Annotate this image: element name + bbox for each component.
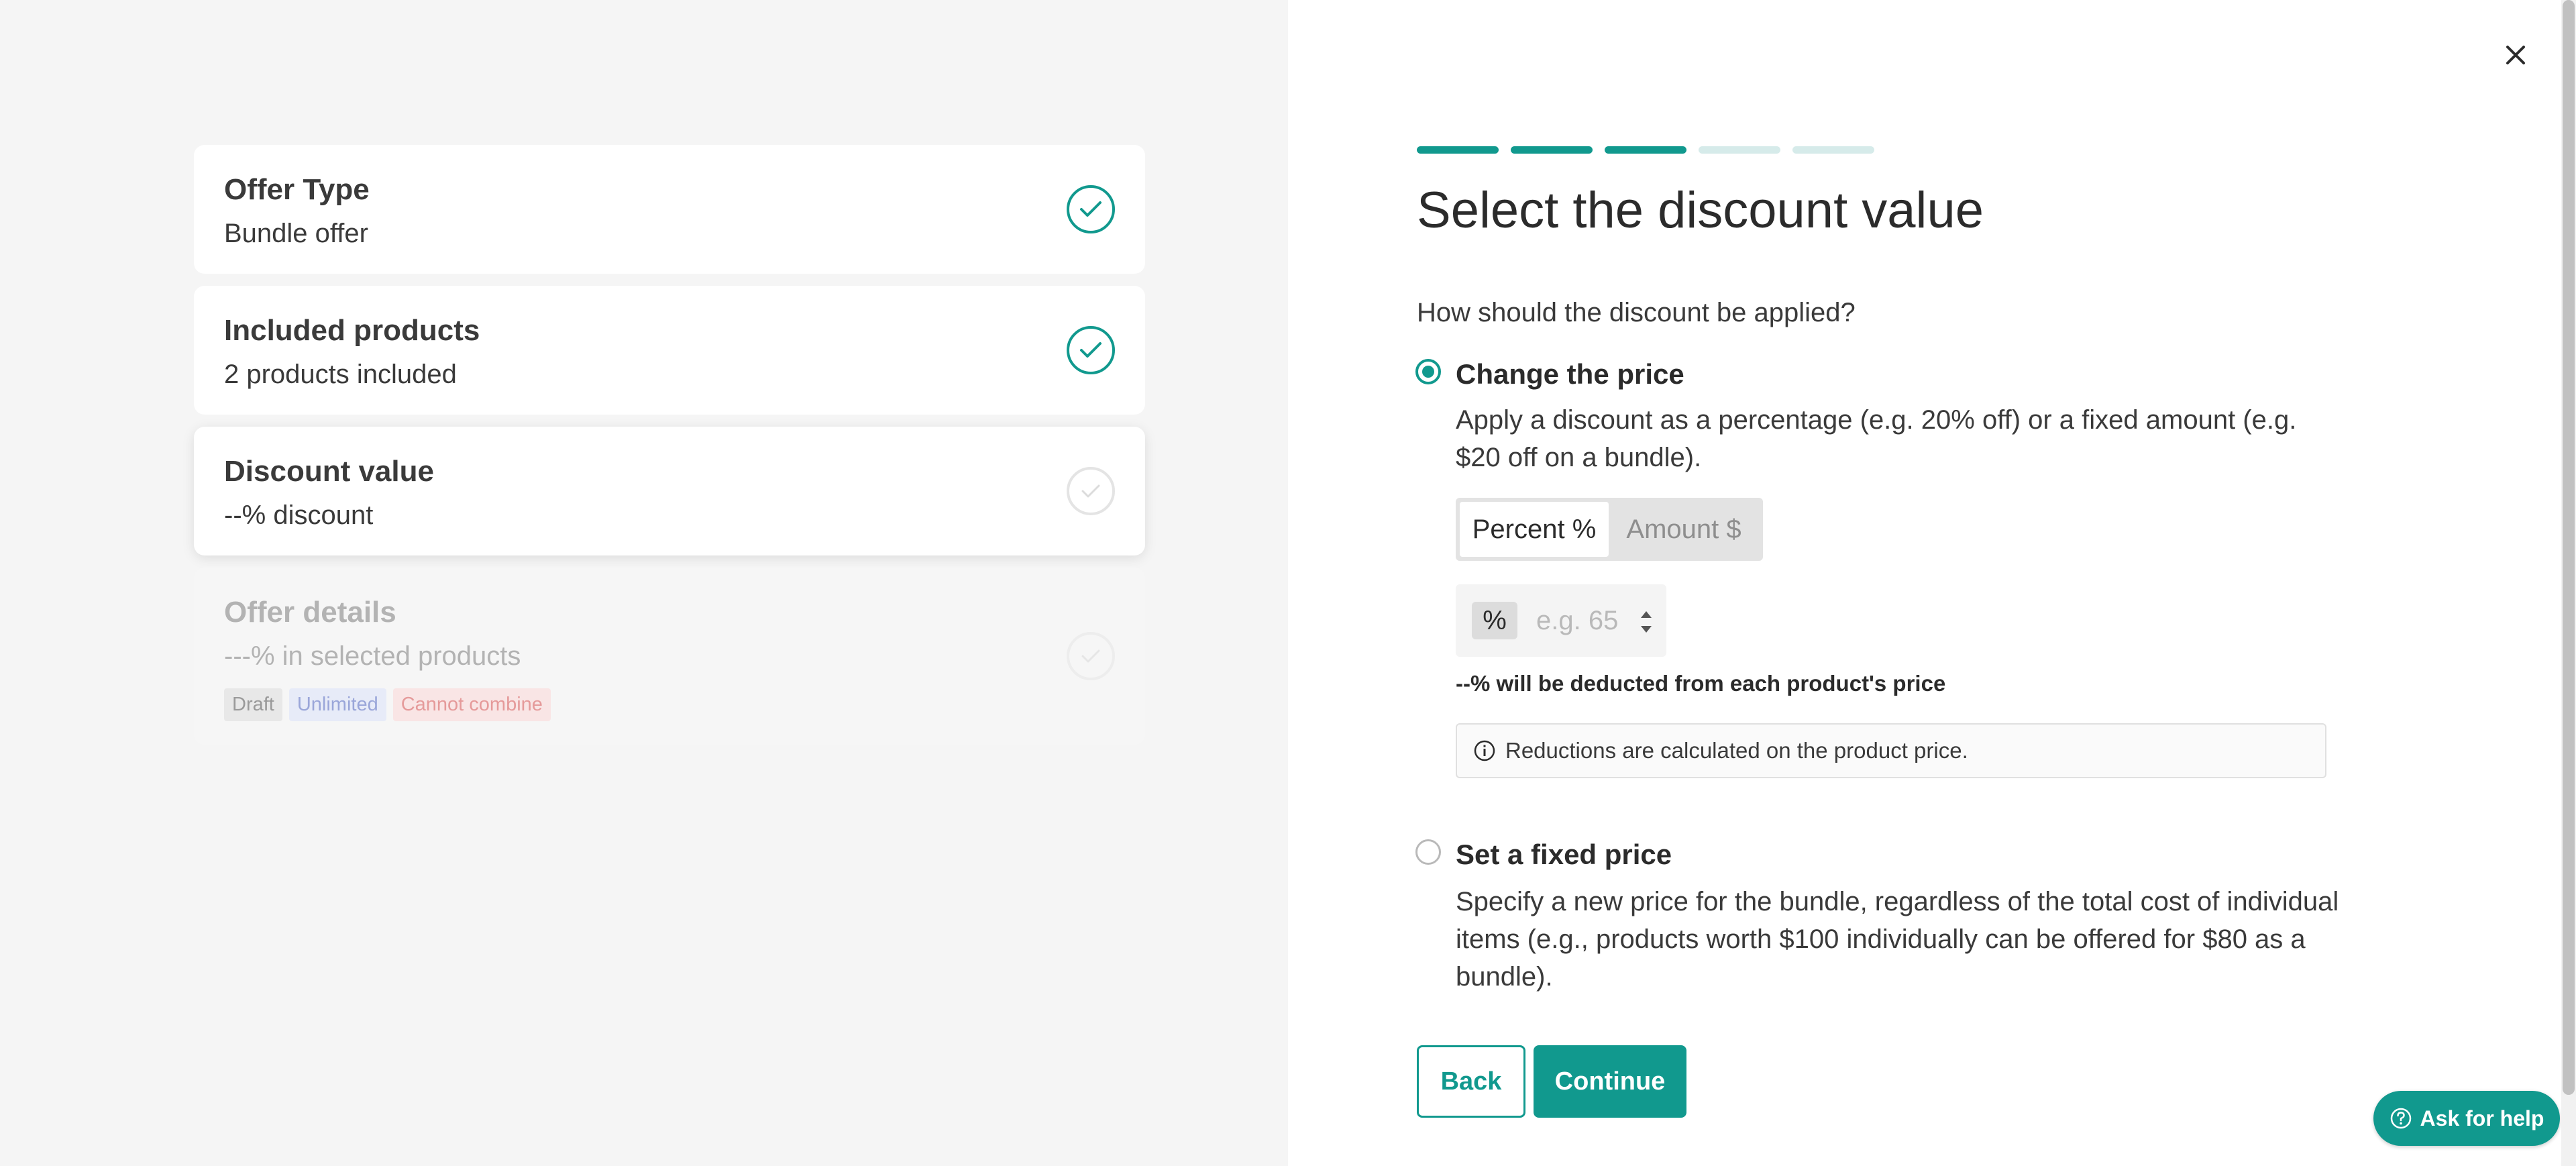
step-title: Offer Type — [224, 173, 370, 206]
check-circle-icon — [1067, 632, 1115, 680]
step-card-included-products[interactable]: Included products 2 products included — [194, 286, 1145, 415]
step-card-discount-value[interactable]: Discount value --% discount — [194, 427, 1145, 555]
option-description-change-price: Apply a discount as a percentage (e.g. 2… — [1456, 405, 2297, 472]
close-button[interactable] — [2501, 40, 2530, 70]
status-badge-cannot-combine: Cannot combine — [392, 688, 551, 721]
discount-value-field: % — [1456, 584, 1666, 657]
continue-button[interactable]: Continue — [1534, 1045, 1686, 1118]
step-title: Offer details — [224, 596, 396, 629]
question-circle-icon — [2390, 1108, 2411, 1129]
step-subtitle: ---% in selected products — [224, 641, 521, 671]
question-label: How should the discount be applied? — [1417, 298, 1856, 327]
percent-prefix: % — [1472, 602, 1517, 639]
step-subtitle: Bundle offer — [224, 219, 368, 248]
radio-change-price[interactable] — [1415, 359, 1441, 384]
option-label-change-price[interactable]: Change the price — [1456, 358, 1684, 390]
info-icon — [1474, 740, 1495, 761]
progress-indicator — [1417, 146, 1874, 154]
info-note: Reductions are calculated on the product… — [1456, 723, 2326, 778]
ask-for-help-button[interactable]: Ask for help — [2373, 1091, 2560, 1146]
progress-segment — [1417, 146, 1499, 154]
close-icon — [2506, 46, 2525, 64]
check-circle-icon — [1067, 326, 1115, 374]
toggle-amount-button[interactable]: Amount $ — [1609, 502, 1759, 557]
status-badge-unlimited: Unlimited — [288, 688, 386, 721]
discount-value-input[interactable] — [1536, 602, 1630, 639]
stepper-arrows-icon[interactable] — [1638, 606, 1654, 638]
status-badge-draft: Draft — [224, 688, 282, 721]
help-label: Ask for help — [2420, 1106, 2544, 1130]
discount-type-toggle: Percent % Amount $ — [1456, 498, 1763, 561]
step-card-offer-details: Offer details ---% in selected products … — [194, 568, 1145, 745]
progress-segment — [1511, 146, 1593, 154]
step-subtitle: --% discount — [224, 500, 374, 530]
steps-sidebar: Offer Type Bundle offer Included product… — [0, 0, 1288, 1166]
progress-segment — [1792, 146, 1874, 154]
info-text: Reductions are calculated on the product… — [1505, 738, 1968, 763]
step-title: Included products — [224, 314, 480, 347]
check-circle-icon — [1067, 185, 1115, 233]
page-title: Select the discount value — [1417, 182, 1984, 239]
progress-segment — [1605, 146, 1686, 154]
step-subtitle: 2 products included — [224, 360, 457, 389]
progress-segment — [1699, 146, 1780, 154]
scrollbar-thumb[interactable] — [2563, 0, 2575, 1095]
step-card-offer-type[interactable]: Offer Type Bundle offer — [194, 145, 1145, 274]
check-circle-icon — [1067, 467, 1115, 515]
toggle-percent-button[interactable]: Percent % — [1460, 502, 1609, 557]
option-description-fixed-price: Specify a new price for the bundle, rega… — [1456, 887, 2339, 992]
radio-fixed-price[interactable] — [1415, 839, 1441, 865]
offer-tags: Draft Unlimited Cannot combine — [224, 688, 551, 721]
deduction-hint: --% will be deducted from each product's… — [1456, 671, 1946, 696]
back-button[interactable]: Back — [1417, 1045, 1525, 1118]
option-label-fixed-price[interactable]: Set a fixed price — [1456, 839, 1672, 871]
step-title: Discount value — [224, 455, 434, 488]
